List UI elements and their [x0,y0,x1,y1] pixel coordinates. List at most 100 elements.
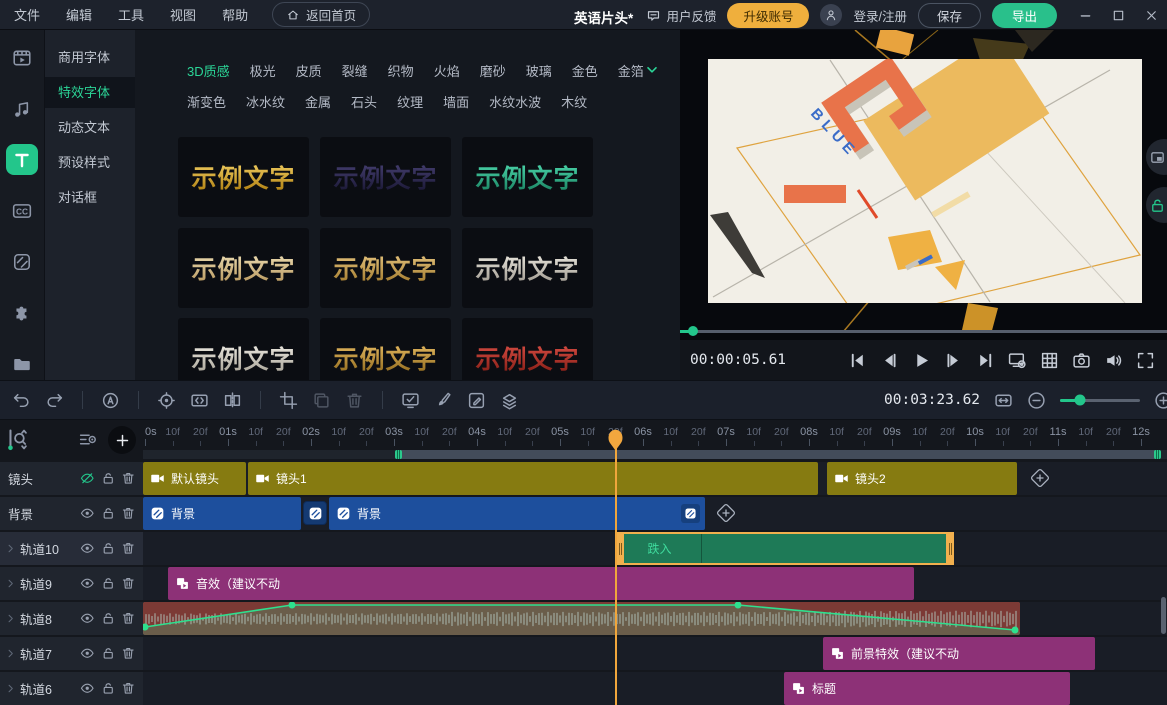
snapshot-button[interactable] [1072,351,1091,370]
tag-织物[interactable]: 织物 [388,61,414,80]
tag-磨砂[interactable]: 磨砂 [480,61,506,80]
skip-start-button[interactable] [848,351,867,370]
redo-button[interactable] [45,391,64,410]
tag-火焰[interactable]: 火焰 [434,61,460,80]
tag-渐变色[interactable]: 渐变色 [187,92,226,111]
toggle-track-visibility-button[interactable] [80,681,95,696]
lock-track-button[interactable] [101,506,116,521]
skip-end-button[interactable] [976,351,995,370]
zoom-in-button[interactable] [1154,391,1167,410]
vertical-scrollbar[interactable] [1161,597,1166,634]
text-effect-thumbnail-silver-white[interactable]: 示例文字 [178,318,309,380]
tag-金属[interactable]: 金属 [305,92,331,111]
track-height-zoom-tool[interactable] [6,428,29,451]
rail-item-effects[interactable] [6,298,38,329]
text-effect-thumbnail-gold[interactable]: 示例文字 [320,228,451,308]
collapse-track-button[interactable] [4,647,17,660]
toggle-track-visibility-button[interactable] [80,471,95,486]
toggle-track-visibility-button[interactable] [80,611,95,626]
add-track-button[interactable] [108,426,136,454]
record-button[interactable] [101,391,120,410]
collapse-track-button[interactable] [4,682,17,695]
copy-button[interactable] [312,391,331,410]
undo-button[interactable] [12,391,31,410]
tag-皮质[interactable]: 皮质 [296,61,322,80]
lock-track-button[interactable] [101,541,116,556]
playhead-handle[interactable] [608,429,623,451]
rail-item-transition[interactable] [6,247,38,278]
fit-timeline-button[interactable] [994,391,1013,410]
rail-item-media-library[interactable] [6,42,38,73]
rail-item-subtitle[interactable]: CC [6,195,38,226]
text-effect-thumbnail-silver[interactable]: 示例文字 [462,228,593,308]
delete-track-button[interactable] [121,646,136,661]
toggle-track-visibility-button[interactable] [80,576,95,591]
fullscreen-button[interactable] [1136,351,1155,370]
track-manager-button[interactable] [78,430,97,449]
text-effect-thumbnail-gold-glitch[interactable]: 示例文字 [178,137,309,217]
expand-tags-button[interactable] [644,62,660,78]
playhead[interactable] [615,430,617,705]
tag-水纹水波[interactable]: 水纹水波 [489,92,541,111]
upgrade-button[interactable]: 升级账号 [727,3,809,28]
subnav-item[interactable]: 预设样式 [45,147,135,178]
feedback-button[interactable]: 用户反馈 [646,6,716,25]
prev-frame-button[interactable] [880,351,899,370]
menu-编辑[interactable]: 编辑 [66,5,92,24]
export-button[interactable]: 导出 [992,3,1057,28]
toggle-track-visibility-button[interactable] [80,506,95,521]
lock-track-button[interactable] [101,611,116,626]
next-frame-button[interactable] [944,351,963,370]
play-button[interactable] [912,351,931,370]
menu-帮助[interactable]: 帮助 [222,5,248,24]
lock-track-button[interactable] [101,681,116,696]
speaker-button[interactable] [1104,351,1123,370]
keyframe-button[interactable] [157,391,176,410]
text-effect-thumbnail-champagne[interactable]: 示例文字 [178,228,309,308]
toggle-track-visibility-button[interactable] [80,541,95,556]
delete-track-button[interactable] [121,506,136,521]
delete-track-button[interactable] [121,541,136,556]
zoom-slider-knob[interactable] [1075,395,1086,406]
tag-玻璃[interactable]: 玻璃 [526,61,552,80]
tag-3D质感[interactable]: 3D质感 [187,61,230,80]
text-effect-thumbnail-teal[interactable]: 示例文字 [462,137,593,217]
save-button[interactable]: 保存 [918,3,981,28]
brush-button[interactable] [434,391,453,410]
delete-track-button[interactable] [121,611,136,626]
collapse-track-button[interactable] [4,577,17,590]
delete-track-button[interactable] [121,471,136,486]
trash-button[interactable] [345,391,364,410]
lock-track-button[interactable] [101,646,116,661]
subnav-item[interactable]: 动态文本 [45,112,135,143]
seek-handle[interactable] [688,326,698,336]
crop-button[interactable] [279,391,298,410]
minimize-button[interactable] [1078,8,1093,23]
text-effect-thumbnail-dark-indigo[interactable]: 示例文字 [320,137,451,217]
split-button[interactable] [223,391,242,410]
tag-金色[interactable]: 金色 [572,61,598,80]
maximize-button[interactable] [1111,8,1126,23]
rail-item-audio[interactable] [6,93,38,124]
inout-button[interactable] [190,391,209,410]
tag-石头[interactable]: 石头 [351,92,377,111]
subnav-item[interactable]: 对话框 [45,182,135,213]
avatar[interactable] [820,4,842,26]
login-button[interactable]: 登录/注册 [853,6,906,25]
tag-冰水纹[interactable]: 冰水纹 [246,92,285,111]
render-preview-button[interactable] [401,391,420,410]
rail-item-text[interactable] [6,144,38,175]
menu-工具[interactable]: 工具 [118,5,144,24]
tag-极光[interactable]: 极光 [250,61,276,80]
delete-track-button[interactable] [121,681,136,696]
menu-文件[interactable]: 文件 [14,5,40,24]
delete-track-button[interactable] [121,576,136,591]
edit-button[interactable] [467,391,486,410]
collapse-track-button[interactable] [4,612,17,625]
tag-金箔[interactable]: 金箔 [618,61,644,80]
lock-track-button[interactable] [101,471,116,486]
grid-button[interactable] [1040,351,1059,370]
subnav-item[interactable]: 商用字体 [45,42,135,73]
toggle-track-visibility-button[interactable] [80,646,95,661]
monitor-settings-button[interactable] [1008,351,1027,370]
